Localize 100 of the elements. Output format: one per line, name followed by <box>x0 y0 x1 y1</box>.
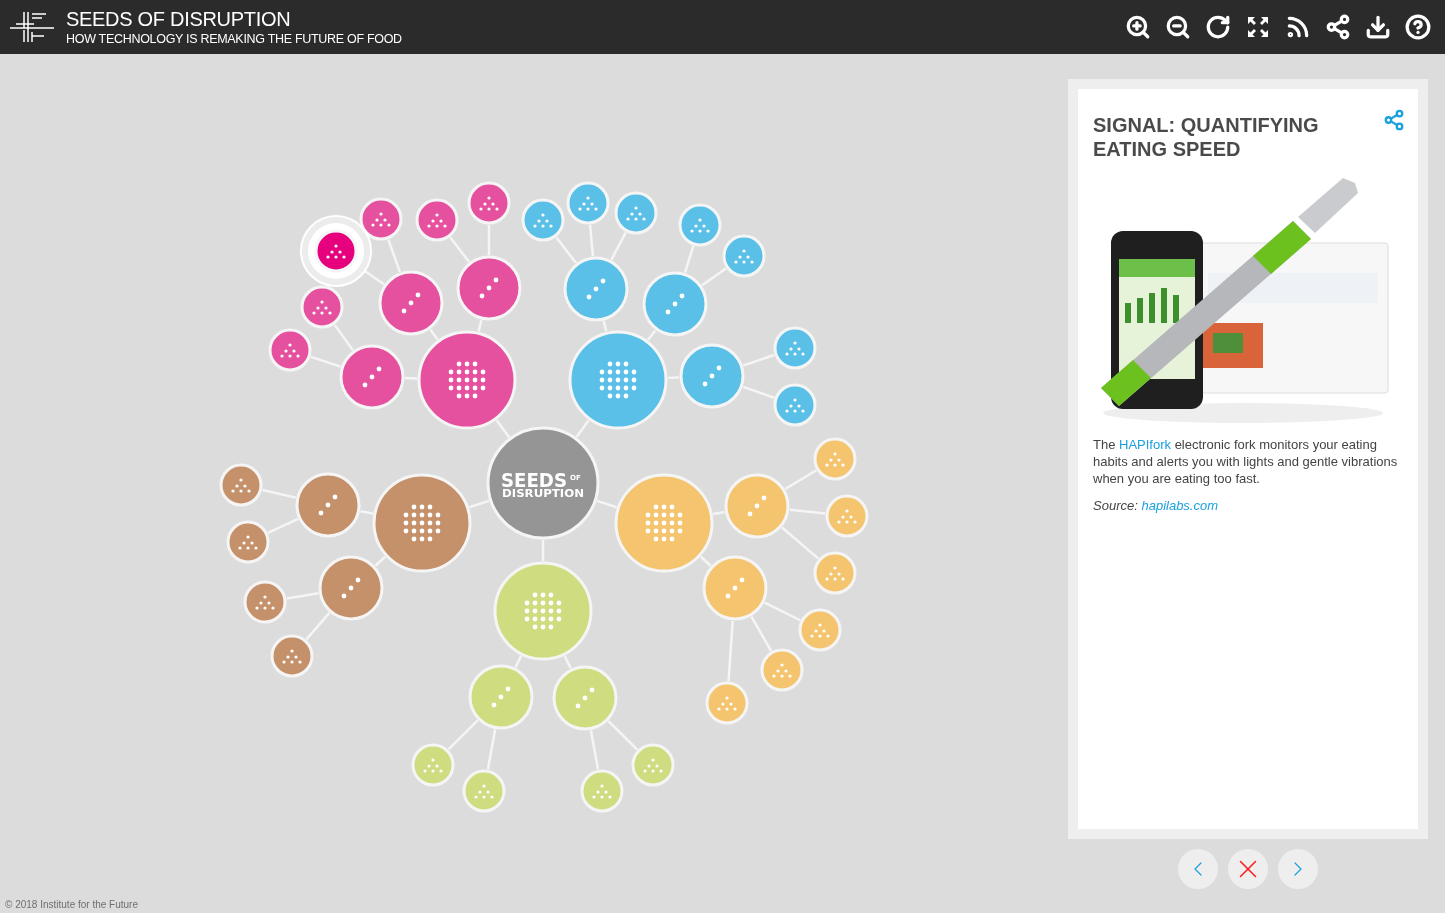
bubble-node[interactable] <box>642 271 708 337</box>
bubble-node[interactable] <box>270 634 314 678</box>
connector-line <box>700 555 712 567</box>
bubble-node[interactable] <box>521 198 565 242</box>
zoom-in-icon[interactable] <box>1125 14 1151 40</box>
close-button[interactable] <box>1228 849 1268 889</box>
card-description: The HAPIfork electronic fork monitors your eating habits and alerts you with lights and gentle vibrations when you are eating too fast. <box>1093 436 1399 487</box>
bubble-node[interactable] <box>300 285 344 329</box>
bubble-node[interactable] <box>813 437 857 481</box>
app-subtitle: HOW TECHNOLOGY IS REMAKING THE FUTURE OF FOOD <box>66 32 402 46</box>
bubble-node[interactable] <box>563 256 629 322</box>
bubble-node[interactable] <box>679 343 745 409</box>
connector-line <box>701 267 727 287</box>
connector-line <box>495 419 511 438</box>
connector-line <box>589 730 600 770</box>
connector-line <box>486 729 497 770</box>
bubble-node[interactable] <box>411 743 455 787</box>
source-line: Source: hapilabs.com <box>1093 497 1220 515</box>
connector-line <box>262 488 297 499</box>
connector-line <box>742 385 775 399</box>
bubble-node[interactable] <box>552 665 618 731</box>
connector-line <box>360 510 374 515</box>
connector-line <box>333 324 354 351</box>
connector-line <box>602 320 608 332</box>
connector-line <box>267 517 299 534</box>
bubble-node[interactable] <box>378 270 444 336</box>
connector-line <box>610 231 627 261</box>
connector-line <box>575 419 590 438</box>
connector-line <box>727 620 734 682</box>
bubble-node[interactable] <box>359 197 403 241</box>
connector-line <box>477 319 483 332</box>
source-link[interactable]: hapilabs.com <box>1141 498 1219 513</box>
bubble-node[interactable] <box>614 473 714 573</box>
bubble-node[interactable] <box>417 330 517 430</box>
bubble-node[interactable] <box>566 181 610 225</box>
connector-line <box>447 719 479 751</box>
bubble-node[interactable] <box>773 383 817 427</box>
bubble-node[interactable] <box>705 681 749 725</box>
connector-line <box>781 526 820 560</box>
bubble-node[interactable] <box>614 191 658 235</box>
bubble-node[interactable] <box>568 330 668 430</box>
connector-line <box>563 655 572 669</box>
bubble-node[interactable] <box>467 181 511 225</box>
expand-icon[interactable] <box>1245 14 1271 40</box>
previous-button[interactable] <box>1178 849 1218 889</box>
share-icon[interactable] <box>1325 14 1351 40</box>
bubble-node[interactable] <box>724 473 790 539</box>
connector-line <box>784 469 817 491</box>
help-icon[interactable] <box>1405 14 1431 40</box>
connector-line <box>647 329 657 341</box>
bubble-node[interactable] <box>372 473 472 573</box>
bubble-node[interactable] <box>219 463 263 507</box>
bubble-node[interactable] <box>468 664 534 730</box>
logo-word: DISRUPTION <box>502 487 579 500</box>
bubble-node[interactable] <box>722 234 766 278</box>
bubble-node[interactable] <box>773 326 817 370</box>
connector-line <box>596 499 617 509</box>
bubble-node[interactable] <box>813 551 857 595</box>
bubble-node[interactable] <box>456 255 522 321</box>
app-title: SEEDS OF DISRUPTION <box>66 8 292 29</box>
rss-icon[interactable] <box>1285 14 1311 40</box>
connector-line <box>387 239 402 273</box>
connector-line <box>429 328 439 341</box>
bubble-node[interactable] <box>825 494 869 538</box>
download-icon[interactable] <box>1365 14 1391 40</box>
bubble-node[interactable] <box>760 648 804 692</box>
connector-line <box>305 612 331 641</box>
connector-line <box>555 236 577 264</box>
next-button[interactable] <box>1278 849 1318 889</box>
zoom-out-icon[interactable] <box>1165 14 1191 40</box>
bubble-node[interactable] <box>318 555 384 621</box>
bubble-node[interactable] <box>678 203 722 247</box>
bubble-node[interactable] <box>226 520 270 564</box>
connector-line <box>310 355 342 368</box>
connector-line <box>789 508 826 515</box>
bubble-node[interactable] <box>798 608 842 652</box>
product-link[interactable]: HAPIfork <box>1119 437 1172 452</box>
connector-line <box>469 499 490 509</box>
bubble-node[interactable] <box>295 472 361 538</box>
connector-line <box>742 353 775 367</box>
card-title: SIGNAL: QUANTIFYING EATING SPEED <box>1093 113 1320 161</box>
connector-line <box>374 555 386 567</box>
bubble-node[interactable] <box>493 561 593 661</box>
bubble-node[interactable] <box>631 743 675 787</box>
connector-line <box>286 592 319 600</box>
bubble-node[interactable] <box>339 344 405 410</box>
bubble-node[interactable] <box>702 555 768 621</box>
bubble-node[interactable] <box>243 580 287 624</box>
bubble-node[interactable] <box>415 198 459 242</box>
connector-line <box>514 655 523 668</box>
connector-line <box>712 510 725 516</box>
connector-line <box>683 245 695 273</box>
connector-line <box>607 720 639 751</box>
bubble-node[interactable] <box>462 769 506 813</box>
bubble-node[interactable] <box>268 328 312 372</box>
bubble-node[interactable] <box>580 769 624 813</box>
logo-icon <box>10 10 54 44</box>
refresh-icon[interactable] <box>1205 14 1231 40</box>
center-node[interactable] <box>486 426 600 540</box>
connector-line <box>449 236 470 263</box>
